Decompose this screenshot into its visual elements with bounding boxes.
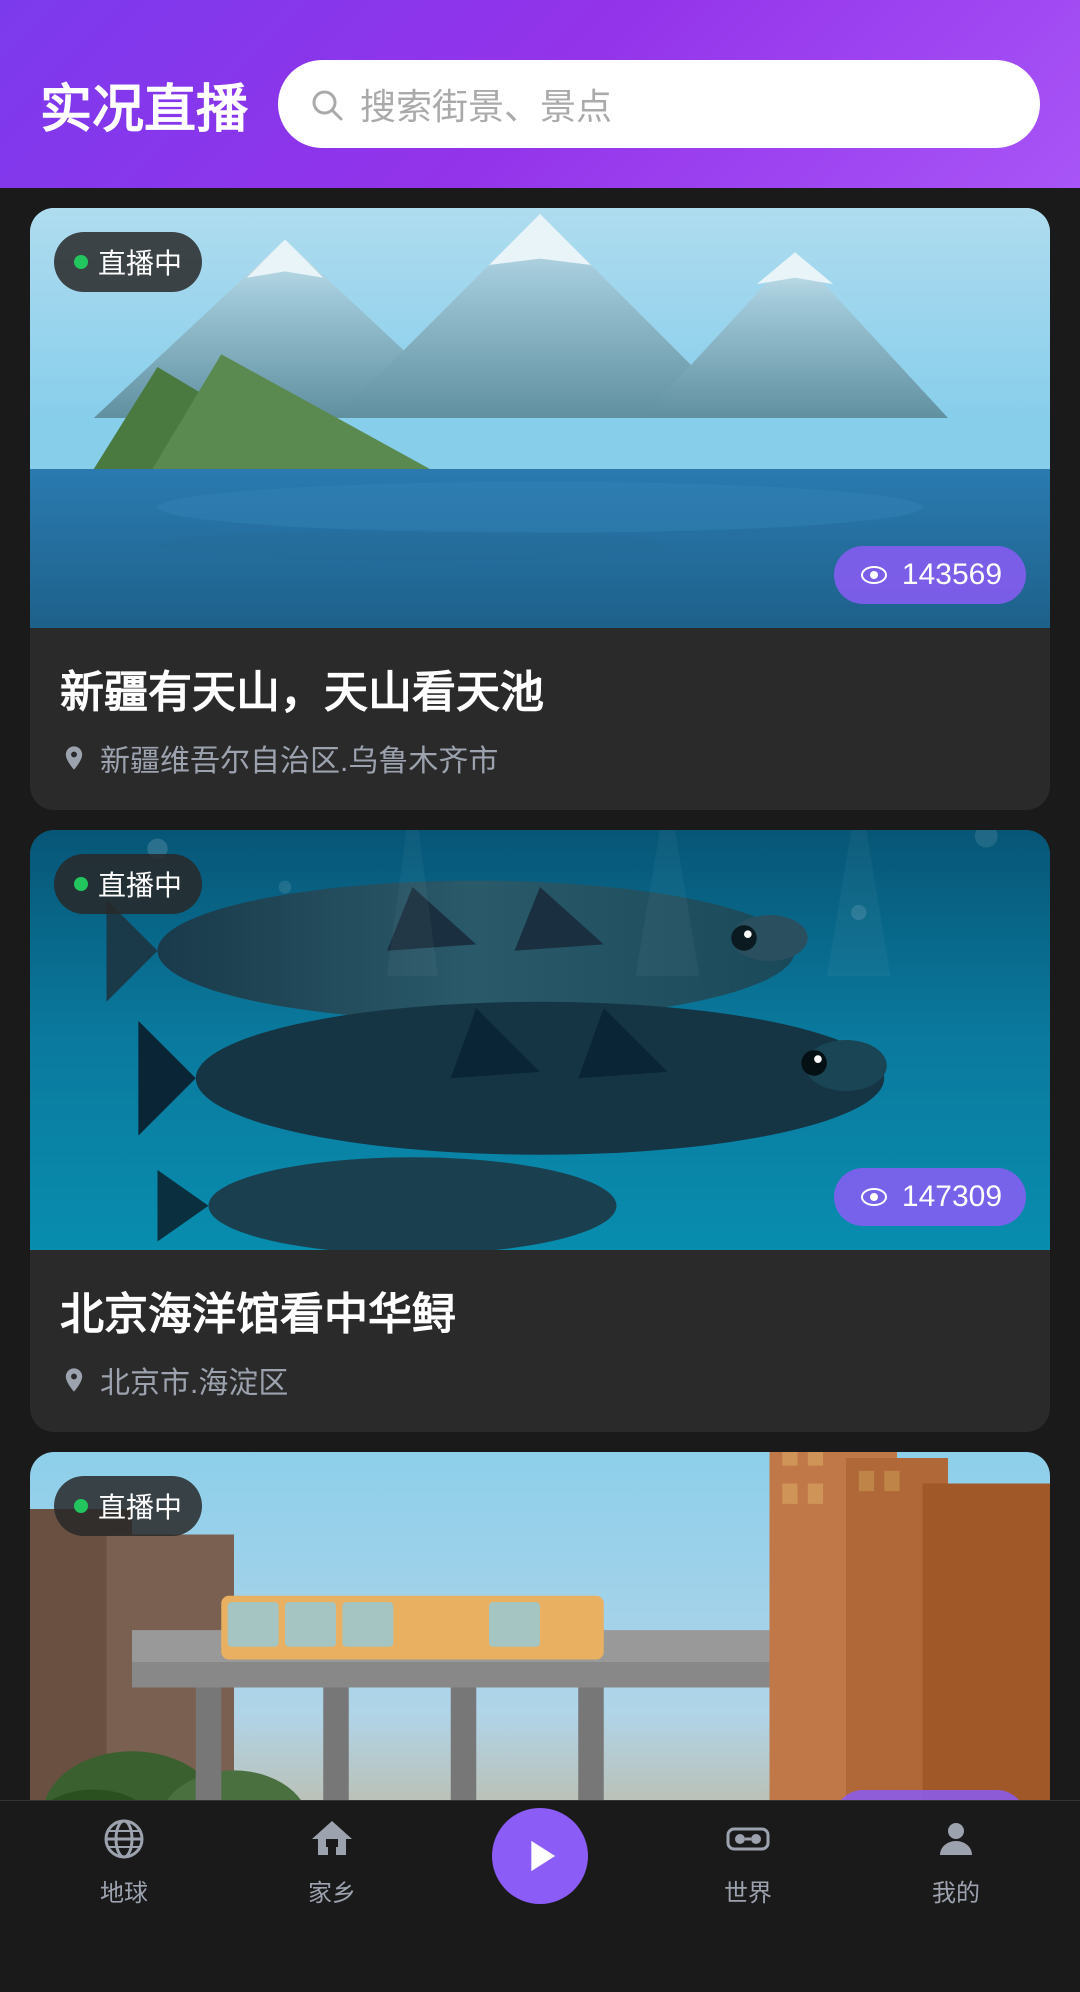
cards-container: 直播中 143569 新疆有天山，天山看天池 新疆维吾尔自治区.乌鲁木齐市	[0, 188, 1080, 1992]
card-tianchi[interactable]: 直播中 143569 新疆有天山，天山看天池 新疆维吾尔自治区.乌鲁木齐市	[30, 208, 1050, 810]
live-dot-1	[74, 255, 88, 269]
location-icon-2	[60, 1366, 88, 1394]
card-image-wrapper-1: 直播中 143569	[30, 208, 1050, 628]
card-location-2: 北京市.海淀区	[60, 1358, 1020, 1402]
hometown-icon	[306, 1813, 358, 1865]
search-placeholder-text: 搜索街景、景点	[360, 78, 612, 130]
nav-item-earth[interactable]: 地球	[20, 1813, 228, 1908]
mine-icon	[930, 1813, 982, 1865]
card-info-1: 新疆有天山，天山看天池 新疆维吾尔自治区.乌鲁木齐市	[30, 628, 1050, 810]
nav-label-mine: 我的	[932, 1873, 980, 1908]
header: 实况直播 搜索街景、景点	[0, 0, 1080, 188]
location-icon-1	[60, 744, 88, 772]
live-dot-2	[74, 877, 88, 891]
world-icon	[722, 1813, 774, 1865]
nav-item-hometown[interactable]: 家乡	[228, 1813, 436, 1908]
bottom-navigation: 地球 家乡 世界	[0, 1800, 1080, 1920]
live-badge-1: 直播中	[54, 232, 202, 292]
card-title-1: 新疆有天山，天山看天池	[60, 656, 1020, 720]
nav-item-mine[interactable]: 我的	[852, 1813, 1060, 1908]
search-bar[interactable]: 搜索街景、景点	[278, 60, 1040, 148]
earth-icon	[98, 1813, 150, 1865]
nav-label-earth: 地球	[100, 1873, 148, 1908]
live-badge-2: 直播中	[54, 854, 202, 914]
eye-icon-1	[858, 559, 890, 591]
card-info-2: 北京海洋馆看中华鲟 北京市.海淀区	[30, 1250, 1050, 1432]
card-aquarium[interactable]: 直播中 147309 北京海洋馆看中华鲟 北京市.海淀区	[30, 830, 1050, 1432]
live-badge-3: 直播中	[54, 1476, 202, 1536]
nav-label-hometown: 家乡	[308, 1873, 356, 1908]
card-title-2: 北京海洋馆看中华鲟	[60, 1278, 1020, 1342]
card-image-wrapper-2: 直播中 147309	[30, 830, 1050, 1250]
nav-item-live[interactable]	[436, 1808, 644, 1914]
search-icon	[308, 86, 344, 122]
view-count-1: 143569	[834, 546, 1026, 604]
eye-icon-2	[858, 1181, 890, 1213]
nav-label-world: 世界	[724, 1873, 772, 1908]
view-count-2: 147309	[834, 1168, 1026, 1226]
app-title: 实况直播	[40, 67, 248, 142]
live-button[interactable]	[492, 1808, 588, 1904]
card-location-1: 新疆维吾尔自治区.乌鲁木齐市	[60, 736, 1020, 780]
nav-item-world[interactable]: 世界	[644, 1813, 852, 1908]
live-dot-3	[74, 1499, 88, 1513]
